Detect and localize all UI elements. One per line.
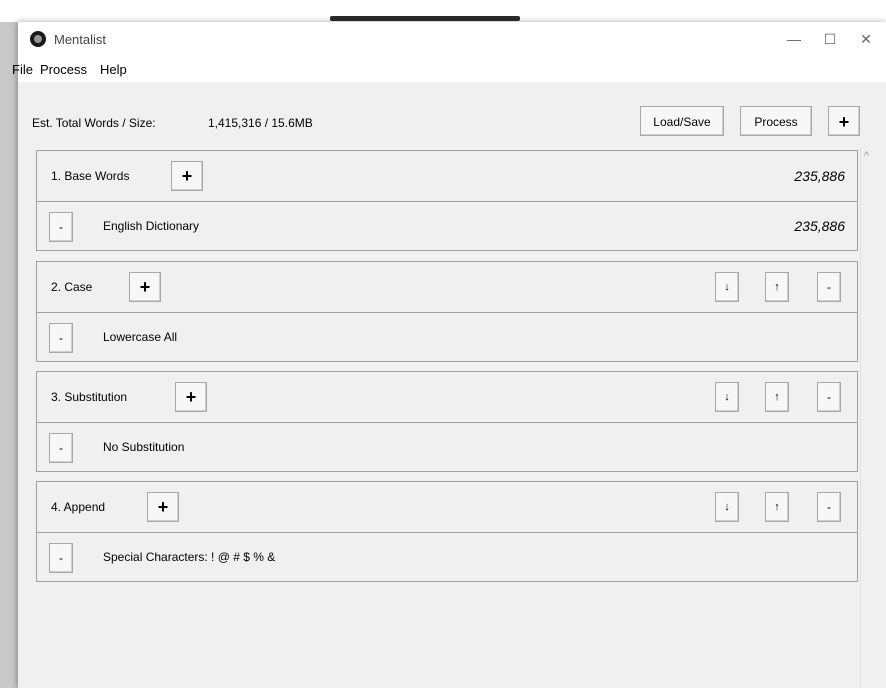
section-title: 2. Case bbox=[51, 280, 93, 294]
move-up-button[interactable]: ↑ bbox=[765, 492, 789, 522]
add-rule-button[interactable]: + bbox=[171, 161, 203, 191]
move-up-button[interactable]: ↑ bbox=[765, 272, 789, 302]
move-down-button[interactable]: ↓ bbox=[715, 272, 739, 302]
rule-label: Lowercase All bbox=[103, 330, 178, 344]
minimize-icon[interactable]: — bbox=[782, 28, 806, 50]
section-append: 4. Append + ↓ ↑ - - Special Characters: … bbox=[36, 481, 858, 582]
section-base-words: 1. Base Words + 235,886 - English Dictio… bbox=[36, 150, 858, 251]
remove-rule-button[interactable]: - bbox=[49, 212, 73, 242]
remove-rule-button[interactable]: - bbox=[49, 323, 73, 353]
remove-rule-button[interactable]: - bbox=[49, 543, 73, 573]
title-bar: Mentalist — ☐ ✕ bbox=[18, 22, 886, 58]
taskbar-strip bbox=[330, 16, 520, 21]
process-button[interactable]: Process bbox=[740, 106, 812, 136]
move-down-button[interactable]: ↓ bbox=[715, 382, 739, 412]
rule-word-count: 235,886 bbox=[794, 218, 845, 234]
section-case: 2. Case + ↓ ↑ - - Lowercase All bbox=[36, 261, 858, 362]
rule-label: English Dictionary bbox=[103, 219, 200, 233]
total-words-label: Est. Total Words / Size: bbox=[32, 116, 156, 130]
desktop-background bbox=[0, 0, 18, 688]
scroll-up-icon[interactable]: ^ bbox=[864, 150, 869, 162]
rule-label: Special Characters: ! @ # $ % & bbox=[103, 550, 276, 564]
maximize-icon[interactable]: ☐ bbox=[818, 28, 842, 50]
close-icon[interactable]: ✕ bbox=[854, 28, 878, 50]
menu-file[interactable]: File bbox=[12, 62, 33, 77]
menu-process[interactable]: Process bbox=[40, 62, 87, 77]
mentalist-logo-icon bbox=[30, 31, 46, 47]
vertical-scrollbar[interactable] bbox=[860, 148, 886, 688]
add-rule-button[interactable]: + bbox=[147, 492, 179, 522]
menu-bar: File Process Help bbox=[12, 58, 886, 82]
total-words-value: 1,415,316 / 15.6MB bbox=[208, 116, 313, 130]
section-header: 3. Substitution + ↓ ↑ - bbox=[37, 372, 857, 423]
section-title: 4. Append bbox=[51, 500, 106, 514]
rule-label: No Substitution bbox=[103, 440, 185, 454]
section-title: 3. Substitution bbox=[51, 390, 128, 404]
delete-section-button[interactable]: - bbox=[817, 272, 841, 302]
app-window: Mentalist — ☐ ✕ File Process Help Est. T… bbox=[12, 22, 886, 688]
section-header: 1. Base Words + 235,886 bbox=[37, 151, 857, 202]
section-header: 2. Case + ↓ ↑ - bbox=[37, 262, 857, 313]
move-up-button[interactable]: ↑ bbox=[765, 382, 789, 412]
move-down-button[interactable]: ↓ bbox=[715, 492, 739, 522]
delete-section-button[interactable]: - bbox=[817, 492, 841, 522]
remove-rule-button[interactable]: - bbox=[49, 433, 73, 463]
add-rule-button[interactable]: + bbox=[129, 272, 161, 302]
section-header: 4. Append + ↓ ↑ - bbox=[37, 482, 857, 533]
add-section-button[interactable]: + bbox=[828, 106, 860, 136]
section-word-count: 235,886 bbox=[794, 168, 845, 184]
load-save-button[interactable]: Load/Save bbox=[640, 106, 724, 136]
section-substitution: 3. Substitution + ↓ ↑ - - No Substitutio… bbox=[36, 371, 858, 472]
section-title: 1. Base Words bbox=[51, 169, 130, 183]
menu-help[interactable]: Help bbox=[100, 62, 127, 77]
window-title: Mentalist bbox=[54, 32, 107, 47]
add-rule-button[interactable]: + bbox=[175, 382, 207, 412]
delete-section-button[interactable]: - bbox=[817, 382, 841, 412]
